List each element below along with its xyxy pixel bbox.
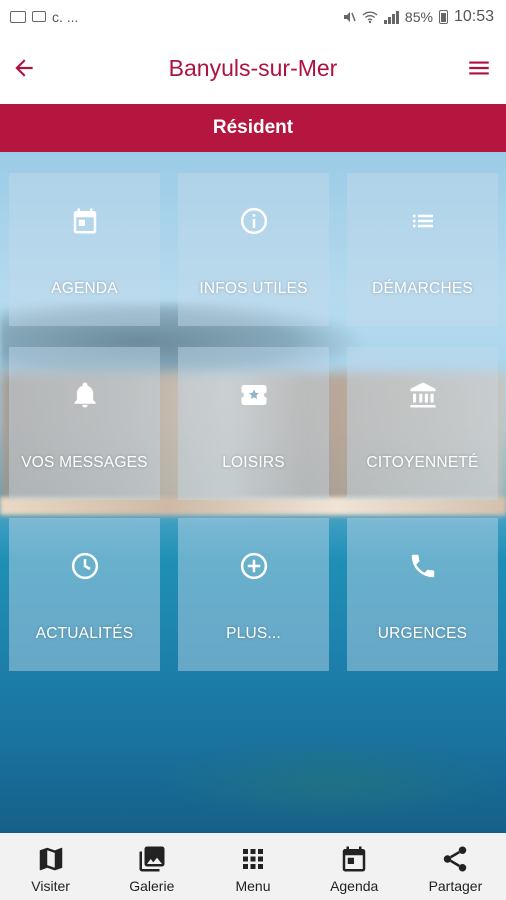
tile-label: LOISIRS (222, 454, 285, 471)
tile-citoyennete[interactable]: CITOYENNETÉ (347, 347, 498, 500)
tile-infos-utiles[interactable]: INFOS UTILES (178, 173, 329, 326)
clock-time: 10:53 (453, 7, 494, 25)
signal-icon (383, 10, 399, 24)
tile-actualites[interactable]: ACTUALITÉS (9, 518, 160, 671)
bmc-notification-icon (32, 11, 46, 22)
tile-plus[interactable]: PLUS... (178, 518, 329, 671)
grid-icon (243, 849, 263, 869)
background-water (0, 672, 506, 832)
nav-label: Partager (428, 878, 483, 894)
status-bar: c. ... 85% 10:53 (0, 0, 506, 33)
nav-label: Agenda (330, 878, 379, 894)
arrow-back-icon[interactable] (11, 55, 37, 81)
nav-galerie[interactable]: Galerie (101, 833, 202, 900)
nav-label: Menu (235, 878, 271, 894)
tile-label: ACTUALITÉS (35, 625, 134, 642)
tile-label: CITOYENNETÉ (366, 454, 479, 471)
plus-circle-icon (240, 552, 267, 580)
calendar-icon (342, 846, 366, 872)
tile-urgences[interactable]: URGENCES (347, 518, 498, 671)
nav-menu[interactable]: Menu (202, 833, 303, 900)
tile-label: URGENCES (377, 625, 468, 642)
status-bar-left: c. ... (10, 9, 78, 25)
institution-icon (410, 382, 435, 408)
tile-label: INFOS UTILES (199, 280, 308, 297)
nav-visiter[interactable]: Visiter (0, 833, 101, 900)
tile-loisirs[interactable]: LOISIRS (178, 347, 329, 500)
info-icon (240, 207, 267, 235)
clock-icon (71, 552, 98, 580)
gallery-icon (139, 846, 165, 872)
phone-icon (411, 554, 434, 578)
section-banner-label: Résident (212, 117, 294, 138)
nav-partager[interactable]: Partager (405, 833, 506, 900)
page-title: Banyuls-sur-Mer (168, 55, 338, 81)
image-notification-icon (10, 10, 26, 23)
bottom-navigation: Visiter Galerie Menu Agenda Partager (0, 833, 506, 900)
nav-agenda[interactable]: Agenda (304, 833, 405, 900)
wifi-icon (362, 10, 378, 23)
bell-icon (73, 382, 96, 408)
battery-icon (438, 9, 448, 24)
mute-icon (343, 11, 356, 22)
tile-label: VOS MESSAGES (21, 454, 148, 471)
tile-demarches[interactable]: DÉMARCHES (347, 173, 498, 326)
battery-percent: 85% (404, 8, 433, 25)
tile-vos-messages[interactable]: VOS MESSAGES (9, 347, 160, 500)
map-icon (39, 847, 62, 871)
list-icon (412, 214, 433, 228)
app-bar: Banyuls-sur-Mer (0, 33, 506, 104)
tile-label: AGENDA (51, 280, 118, 297)
ticket-star-icon (241, 385, 266, 405)
tile-label: PLUS... (226, 625, 281, 642)
hamburger-menu-icon[interactable] (466, 55, 492, 81)
nav-label: Galerie (129, 878, 175, 894)
nav-label: Visiter (31, 878, 70, 894)
tile-label: DÉMARCHES (372, 280, 473, 297)
status-bar-right: 85% 10:53 (342, 8, 494, 26)
calendar-icon (73, 208, 96, 234)
share-icon (444, 846, 467, 872)
section-banner: Résident (0, 104, 506, 152)
tile-agenda[interactable]: AGENDA (9, 173, 160, 326)
notification-text: c. ... (52, 8, 79, 25)
